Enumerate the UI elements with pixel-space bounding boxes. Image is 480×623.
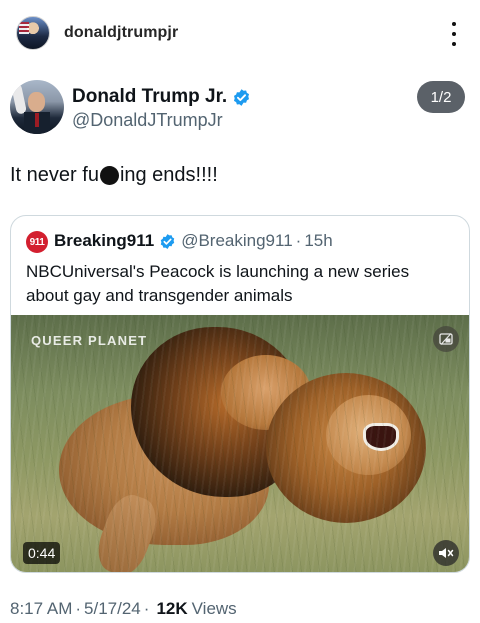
tweet-author-name[interactable]: Donald Trump Jr. [72, 86, 251, 108]
profile-avatar[interactable] [16, 16, 50, 50]
instagram-post-header: donaldjtrumpjr [0, 0, 480, 64]
footer-separator: · [143, 599, 150, 618]
tweet-footer: 8:17 AM · 5/17/24 · 12K Views [10, 599, 237, 619]
tweet-text-part-2: ing ends!!!! [119, 164, 218, 186]
meta-separator: · [295, 231, 302, 250]
tweet-date[interactable]: 5/17/24 [84, 599, 141, 619]
quoted-tweet-card[interactable]: 911 Breaking911 @Breaking911 · 15h NBCUn… [10, 215, 470, 573]
tweet-time[interactable]: 8:17 AM [10, 599, 72, 619]
video-player[interactable]: QUEER PLANET 0:44 [11, 315, 469, 572]
tweet-text: It never fu ing ends!!!! [10, 164, 218, 187]
views-label: Views [191, 599, 237, 618]
more-vertical-icon[interactable] [447, 22, 461, 46]
post-username[interactable]: donaldjtrumpjr [64, 24, 178, 42]
censor-blot [99, 166, 119, 185]
video-watermark: QUEER PLANET [31, 333, 148, 348]
tweet-text-part-1: It never fu [10, 164, 99, 186]
volume-muted-icon[interactable] [433, 540, 459, 566]
views-count[interactable]: 12K [156, 599, 187, 619]
verified-badge-icon [234, 88, 250, 106]
video-frame-grass [11, 315, 469, 572]
video-duration: 0:44 [23, 542, 61, 564]
quoted-tweet-header: Breaking911 @Breaking911 · 15h [54, 231, 333, 251]
quoted-author-avatar[interactable]: 911 [26, 231, 48, 253]
quoted-author-handle[interactable]: @Breaking911 [181, 231, 292, 251]
carousel-page-indicator: 1/2 [417, 81, 465, 113]
quoted-tweet-age[interactable]: 15h [304, 231, 332, 251]
verified-badge-icon [160, 233, 175, 249]
tweet-author-handle[interactable]: @DonaldJTrumpJr [72, 110, 223, 131]
author-display-name: Donald Trump Jr. [72, 86, 228, 107]
picture-in-picture-icon[interactable] [433, 326, 459, 352]
tweet-author-avatar[interactable] [10, 80, 64, 134]
quoted-tweet-text: NBCUniversal's Peacock is launching a ne… [26, 262, 410, 305]
footer-separator: · [75, 599, 82, 618]
quoted-author-name[interactable]: Breaking911 [54, 231, 154, 251]
